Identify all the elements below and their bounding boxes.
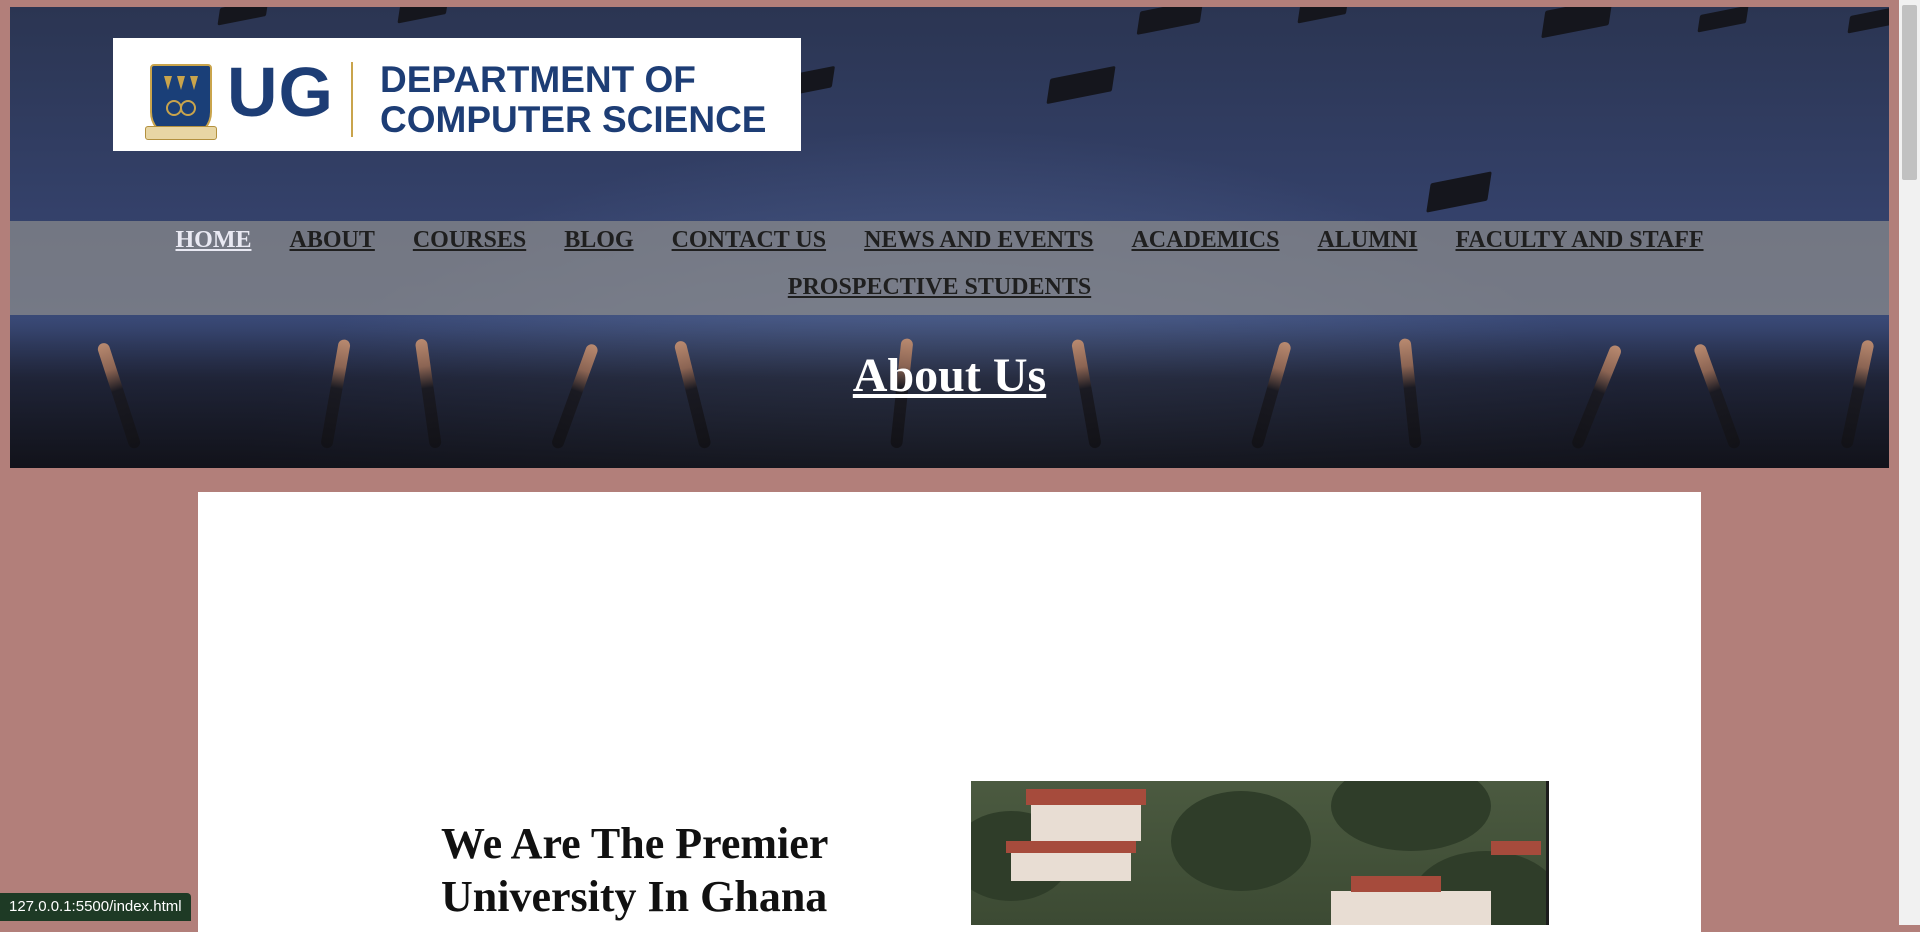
nav-item-courses[interactable]: COURSES	[413, 227, 526, 253]
campus-aerial-image	[971, 781, 1549, 925]
graduation-cap-icon	[1426, 171, 1492, 213]
graduation-cap-icon	[397, 7, 449, 24]
graduation-cap-icon	[1847, 7, 1889, 34]
graduation-cap-icon	[1297, 7, 1349, 24]
nav-item-contact-us[interactable]: CONTACT US	[672, 227, 826, 253]
nav-item-news-and-events[interactable]: NEWS AND EVENTS	[864, 227, 1093, 253]
page-title: About Us	[852, 349, 1047, 402]
graduation-cap-icon	[217, 7, 269, 26]
page-scrollbar[interactable]	[1899, 0, 1920, 925]
graduation-cap-icon	[1541, 7, 1613, 39]
crest-ribbon	[145, 126, 217, 140]
logo-department-line1: DEPARTMENT OF	[380, 59, 696, 100]
nav-item-faculty-and-staff[interactable]: FACULTY AND STAFF	[1455, 227, 1703, 253]
nav-row-1: HOME ABOUT COURSES BLOG CONTACT US NEWS …	[0, 227, 1879, 254]
scrollbar-thumb[interactable]	[1902, 5, 1917, 180]
logo-divider	[351, 62, 353, 137]
about-headline: We Are The Premier University In Ghana	[441, 819, 828, 921]
graduation-cap-icon	[1046, 65, 1116, 105]
nav-item-academics[interactable]: ACADEMICS	[1131, 227, 1279, 253]
link-status-url: 127.0.0.1:5500/index.html	[0, 893, 191, 921]
nav-item-blog[interactable]: BLOG	[564, 227, 633, 253]
nav-item-alumni[interactable]: ALUMNI	[1317, 227, 1417, 253]
graduation-cap-icon	[1697, 7, 1749, 33]
logo-department-name: DEPARTMENT OF COMPUTER SCIENCE	[380, 60, 766, 140]
nav-item-prospective-students[interactable]: PROSPECTIVE STUDENTS	[788, 274, 1091, 300]
nav-item-home[interactable]: HOME	[175, 227, 251, 253]
nav-row-2: PROSPECTIVE STUDENTS	[0, 274, 1879, 301]
graduation-cap-icon	[1136, 7, 1204, 35]
logo-department-line2: COMPUTER SCIENCE	[380, 99, 767, 140]
logo-initials: UG	[227, 53, 334, 131]
main-navigation: HOME ABOUT COURSES BLOG CONTACT US NEWS …	[10, 221, 1889, 315]
nav-item-about[interactable]: ABOUT	[289, 227, 374, 253]
